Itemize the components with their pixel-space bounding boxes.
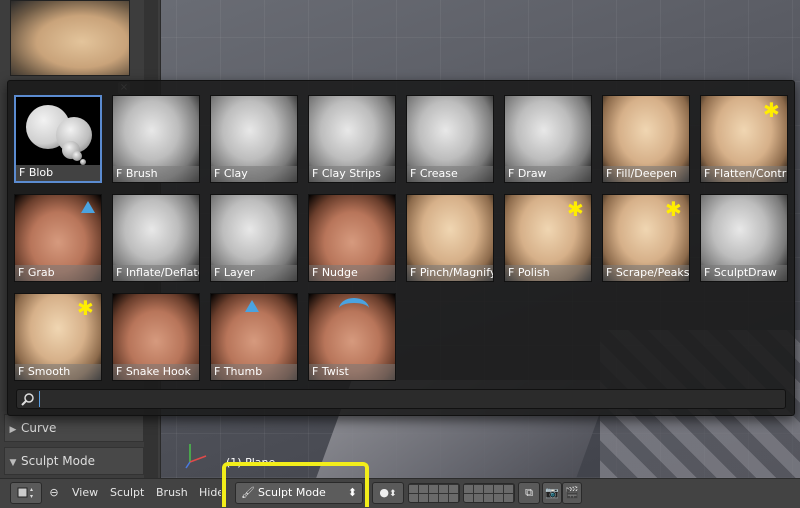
render-camera-icon[interactable]: 📷 — [542, 482, 562, 504]
brush-tile[interactable]: F Inflate/Deflate — [112, 194, 200, 282]
brush-search-bar[interactable] — [16, 389, 786, 409]
brush-tile-label: F Twist — [309, 364, 395, 380]
viewport-shading-button[interactable]: ●⬍ — [372, 482, 404, 504]
brush-tile[interactable]: F Crease — [406, 95, 494, 183]
layer-grid-1[interactable] — [408, 483, 460, 503]
brush-tile[interactable]: ✱ F Flatten/Contras — [700, 95, 788, 183]
yellow-marker-icon: ✱ — [763, 98, 780, 122]
panel-header-label: Sculpt Mode — [21, 454, 95, 468]
brush-tile-label: F Clay — [211, 166, 297, 182]
panel-header-curve[interactable]: ▶ Curve — [4, 414, 144, 442]
brush-tile-label: F SculptDraw — [701, 265, 787, 281]
brush-tile-label: F Flatten/Contras — [701, 166, 787, 182]
twist-arrow-icon — [339, 298, 369, 319]
layer-lock-icon[interactable]: ⧉ — [518, 482, 540, 504]
axis-gizmo-icon — [182, 430, 212, 470]
panel-header-label: Curve — [21, 421, 57, 435]
brush-tile-label: F Clay Strips — [309, 166, 395, 182]
search-icon — [21, 392, 35, 406]
brush-tile[interactable]: ✱ F Smooth — [14, 293, 102, 381]
menu-sculpt[interactable]: Sculpt — [110, 482, 144, 504]
brush-tile-label: F Scrape/Peaks — [603, 265, 689, 281]
expanded-triangle-icon: ▼ — [9, 458, 17, 468]
brush-tile-label: F Snake Hook — [113, 364, 199, 380]
collapsed-triangle-icon: ▶ — [9, 425, 17, 435]
brush-tile[interactable]: F Pinch/Magnify — [406, 194, 494, 282]
updown-arrow-icon: ⬍ — [389, 489, 397, 499]
brush-tile-label: F Grab — [15, 265, 101, 281]
brush-tile[interactable]: ✱ F Scrape/Peaks — [602, 194, 690, 282]
solid-sphere-icon: ● — [379, 486, 390, 499]
brush-tile-label: F Fill/Deepen — [603, 166, 689, 182]
direction-arrow-icon — [81, 201, 95, 213]
panel-header-sculpt-mode[interactable]: ▼ Sculpt Mode — [4, 447, 144, 475]
brush-selector-popup: F Blob F Brush F Clay F Clay Strips F Crease… — [7, 80, 795, 416]
editor-type-button[interactable] — [10, 482, 42, 504]
yellow-marker-icon: ✱ — [567, 197, 584, 221]
brush-tile-label: F Inflate/Deflate — [113, 265, 199, 281]
brush-tile[interactable]: F Nudge — [308, 194, 396, 282]
collapse-menu-icon[interactable]: ⊖ — [47, 482, 61, 504]
brush-search-input[interactable] — [39, 391, 784, 407]
brush-tile-label: F Layer — [211, 265, 297, 281]
menu-view[interactable]: View — [72, 482, 98, 504]
brush-tile-label: F Thumb — [211, 364, 297, 380]
brush-tile[interactable]: F Twist — [308, 293, 396, 381]
brush-tile[interactable]: F Snake Hook — [112, 293, 200, 381]
brush-tile-label: F Nudge — [309, 265, 395, 281]
brush-tile[interactable]: F SculptDraw — [700, 194, 788, 282]
viewport-header: ⊖ View Sculpt Brush Hide 🖌 Sculpt Mode ⬍… — [0, 478, 800, 508]
brush-tile-label: F Pinch/Magnify — [407, 265, 493, 281]
brush-tile-label: F Smooth — [15, 364, 101, 380]
render-animation-icon[interactable]: 🎬 — [562, 482, 582, 504]
brush-tile-label: F Brush — [113, 166, 199, 182]
brush-tile[interactable]: F Brush — [112, 95, 200, 183]
brush-preview-thumbnail[interactable] — [10, 0, 130, 76]
brush-tile[interactable]: F Layer — [210, 194, 298, 282]
brush-tile-label: F Polish — [505, 265, 591, 281]
brush-tile-label: F Blob — [16, 165, 100, 181]
brush-tile[interactable]: F Draw — [504, 95, 592, 183]
brush-tile[interactable]: F Thumb — [210, 293, 298, 381]
brush-tile[interactable]: F Clay Strips — [308, 95, 396, 183]
brush-tile-label: F Draw — [505, 166, 591, 182]
layer-grid-2[interactable] — [463, 483, 515, 503]
mode-selector-highlight — [222, 462, 369, 507]
brush-tile[interactable]: F Grab — [14, 194, 102, 282]
menu-hide[interactable]: Hide — [199, 482, 221, 504]
brush-tile[interactable]: ✱ F Polish — [504, 194, 592, 282]
brush-tile-label: F Crease — [407, 166, 493, 182]
brush-tile[interactable]: F Clay — [210, 95, 298, 183]
brush-tile[interactable]: F Fill/Deepen — [602, 95, 690, 183]
direction-arrow-icon — [245, 300, 259, 312]
yellow-marker-icon: ✱ — [77, 296, 94, 320]
brush-tile[interactable]: F Blob — [14, 95, 102, 183]
menu-brush[interactable]: Brush — [156, 482, 188, 504]
yellow-marker-icon: ✱ — [665, 197, 682, 221]
